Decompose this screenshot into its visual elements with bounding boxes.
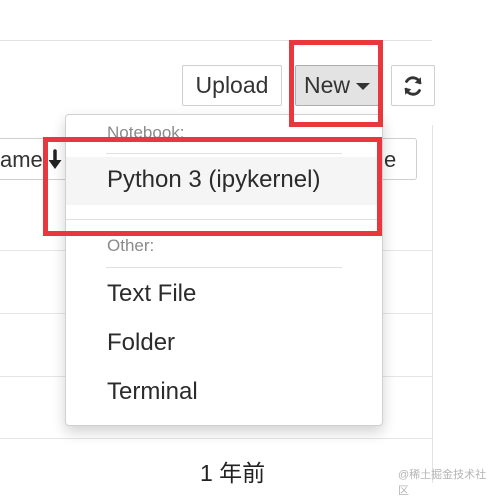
refresh-icon — [404, 75, 422, 96]
menu-item-text-file[interactable]: Text File — [66, 273, 382, 315]
refresh-button[interactable] — [391, 65, 435, 106]
menu-item-folder[interactable]: Folder — [66, 322, 382, 364]
terminal-label: Terminal — [107, 378, 198, 405]
python-item-highlight — [43, 137, 382, 236]
watermark-text: @稀土掘金技术社区 — [398, 469, 487, 497]
text-file-label: Text File — [107, 280, 197, 307]
table-row-divider — [0, 438, 432, 439]
menu-item-terminal[interactable]: Terminal — [66, 371, 382, 413]
file-table-border — [432, 125, 433, 483]
new-button-highlight — [289, 40, 383, 127]
name-column-header: ame — [0, 147, 43, 172]
upload-button[interactable]: Upload — [182, 65, 282, 106]
folder-label: Folder — [107, 329, 176, 356]
other-section-header: Other: — [107, 236, 155, 255]
menu-divider — [106, 267, 342, 268]
